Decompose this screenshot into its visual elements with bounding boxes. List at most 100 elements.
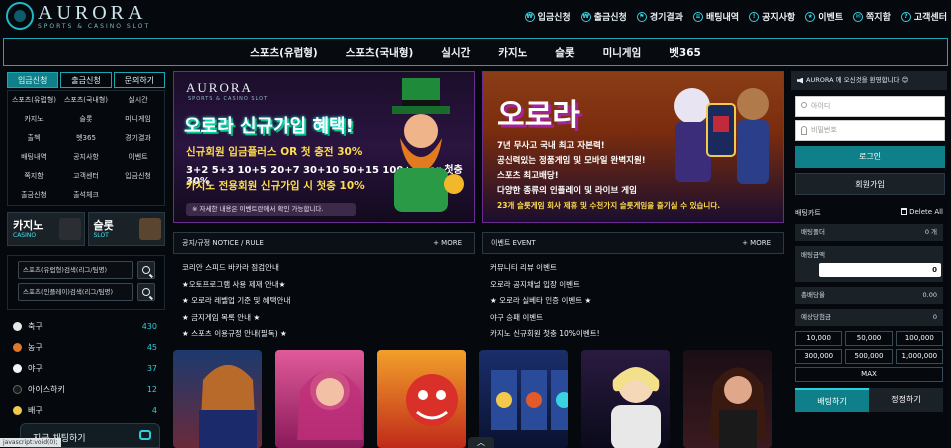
grid-item[interactable]: 실시간	[112, 91, 164, 110]
chip-button[interactable]: 100,000	[895, 331, 943, 346]
sport-item-basketball[interactable]: 농구 45	[7, 337, 165, 358]
list-item[interactable]: 야구 승패 이벤트	[490, 312, 790, 329]
nav-minigame[interactable]: 미니게임	[589, 45, 656, 60]
chip-button[interactable]: 500,000	[845, 349, 893, 364]
list-item[interactable]: 코리안 스피드 바카라 점검안내	[182, 262, 482, 279]
grid-item[interactable]: 고객센터	[60, 167, 112, 186]
grid-item[interactable]: 벳365	[60, 129, 112, 148]
grid-item[interactable]: 쪽지함	[8, 167, 60, 186]
list-item[interactable]: ★ 금지게임 목록 안내 ★	[182, 312, 482, 329]
game-thumb[interactable]	[377, 350, 466, 448]
nav-casino[interactable]: 카지노	[484, 45, 541, 60]
scroll-top-button[interactable]: ︿	[468, 437, 494, 448]
promo-banner-signup[interactable]: AURORA SPORTS & CASINO SLOT 오로라 신규가입 혜택!…	[173, 71, 475, 223]
list-item[interactable]: 오로라 공지채널 입장 이벤트	[490, 279, 790, 296]
nav-sports-korean[interactable]: 스포츠(국내형)	[332, 45, 428, 60]
slot-banner-sub: SLOT	[93, 232, 109, 239]
list-item[interactable]: ★오토프로그램 사용 제재 안내★	[182, 279, 482, 296]
event-board-header: 이벤트 EVENT + MORE	[482, 232, 784, 254]
nav-sports-euro[interactable]: 스포츠(유럽형)	[236, 45, 332, 60]
chat-bubble-icon	[139, 430, 151, 440]
grid-item[interactable]: 입금신청	[112, 167, 164, 186]
list-item[interactable]: 카지노 신규회원 첫충 10%이벤트!	[490, 328, 790, 345]
list-item[interactable]: ★ 스포츠 이용규정 안내(필독) ★	[182, 328, 482, 345]
welcome-text: AURORA 에 오신것을 환영합니다 😊	[806, 76, 909, 84]
list-item[interactable]: 커뮤니티 리뷰 이벤트	[490, 262, 790, 279]
search-button[interactable]	[137, 261, 155, 279]
hero-logo-sub: SPORTS & CASINO SLOT	[188, 96, 269, 102]
grid-item[interactable]: 경기결과	[112, 129, 164, 148]
game-thumb[interactable]	[479, 350, 568, 448]
character-illustration	[406, 374, 458, 426]
password-field[interactable]: 비밀번호	[795, 120, 945, 141]
volleyball-icon	[13, 406, 22, 415]
top-menu-messages[interactable]: ✉ 쪽지함	[853, 10, 891, 23]
casino-banner[interactable]: 카지노 CASINO	[7, 212, 85, 246]
sport-item-volleyball[interactable]: 배구 4	[7, 400, 165, 421]
tab-deposit[interactable]: 입금신청	[7, 72, 59, 88]
grid-item[interactable]: 출석체크	[60, 186, 112, 205]
sport-item-baseball[interactable]: 야구 37	[7, 358, 165, 379]
username-field[interactable]: 아이디	[795, 96, 945, 117]
grid-item[interactable]: 배팅내역	[8, 148, 60, 167]
message-icon: ✉	[853, 11, 864, 22]
bet-amount-input[interactable]: 0	[819, 263, 941, 277]
top-menu-deposit[interactable]: ₩ 입금신청	[524, 10, 571, 23]
logo[interactable]: AURORA SPORTS & CASINO SLOT	[6, 2, 150, 30]
baseball-icon	[13, 364, 22, 373]
game-thumb[interactable]	[581, 350, 670, 448]
hero-line: 7년 무사고 국내 최고 자본력!	[497, 141, 605, 151]
search-button[interactable]	[137, 283, 155, 301]
speaker-icon	[797, 77, 803, 84]
top-menu-history[interactable]: ≡ 배팅내역	[692, 10, 739, 23]
game-thumb[interactable]	[173, 350, 262, 448]
delete-all-button[interactable]: Delete All	[901, 208, 943, 218]
grid-item[interactable]: 이벤트	[112, 148, 164, 167]
grid-item[interactable]: 스포츠(국내형)	[60, 91, 112, 110]
chip-button[interactable]: 50,000	[845, 331, 893, 346]
betslip: 배팅카트 Delete All 배팅폴더 0 개 배팅금액 0 총배당율 0.00 …	[791, 208, 947, 412]
game-thumb[interactable]	[683, 350, 772, 448]
tab-withdraw[interactable]: 출금신청	[60, 72, 112, 88]
sport-item-soccer[interactable]: 축구 430	[7, 316, 165, 337]
reset-bet-button[interactable]: 정정하기	[869, 388, 943, 412]
place-bet-button[interactable]: 배팅하기	[795, 388, 869, 412]
header: AURORA SPORTS & CASINO SLOT ₩ 입금신청 ₩ 출금신청 …	[0, 0, 951, 36]
max-button[interactable]: MAX	[795, 367, 943, 382]
promo-banner-aurora[interactable]: 오로라 7년 무사고 국내 최고 자본력! 공신력있는 정품게임 및 모바일 완…	[482, 71, 784, 223]
login-button[interactable]: 로그인	[795, 146, 945, 168]
list-item[interactable]: ★ 오로라 레벨업 기준 및 혜택안내	[182, 295, 482, 312]
grid-item[interactable]: 슬롯	[60, 110, 112, 129]
chip-button[interactable]: 1,000,000	[895, 349, 943, 364]
event-more-link[interactable]: + MORE	[742, 233, 771, 253]
grid-item[interactable]: 공지사항	[60, 148, 112, 167]
notice-more-link[interactable]: + MORE	[433, 233, 462, 253]
tab-inquiry[interactable]: 문의하기	[113, 72, 165, 88]
grid-item[interactable]: 스포츠(유럽형)	[8, 91, 60, 110]
nav-slot[interactable]: 슬롯	[541, 45, 588, 60]
search-input-euro[interactable]: 스포츠(유럽형)검색(리그/팀명)	[18, 261, 133, 279]
grid-item[interactable]: 출첵	[8, 129, 60, 148]
sport-item-icehockey[interactable]: 아이스하키 12	[7, 379, 165, 400]
chip-button[interactable]: 300,000	[795, 349, 843, 364]
signup-button[interactable]: 회원가입	[795, 173, 945, 195]
game-thumb[interactable]	[275, 350, 364, 448]
grid-item[interactable]: 카지노	[8, 110, 60, 129]
slot-banner[interactable]: 슬롯 SLOT	[87, 212, 165, 246]
top-menu-results[interactable]: ⚑ 경기결과	[636, 10, 683, 23]
top-menu-support[interactable]: ? 고객센터	[900, 10, 947, 23]
list-item[interactable]: ★ 오로라 실베타 인증 이벤트 ★	[490, 295, 790, 312]
casino-banner-sub: CASINO	[13, 232, 37, 239]
top-menu-event[interactable]: ★ 이벤트	[805, 10, 843, 23]
top-menu-withdraw[interactable]: ₩ 출금신청	[580, 10, 627, 23]
nav-bet365[interactable]: 벳365	[655, 45, 715, 60]
grid-item[interactable]: 미니게임	[112, 110, 164, 129]
hero-line: 공신력있는 정품게임 및 모바일 완벽지원!	[497, 156, 646, 166]
nav-live[interactable]: 실시간	[427, 45, 484, 60]
search-input-inplay[interactable]: 스포츠(인플레이)검색(리그/팀명)	[18, 283, 133, 301]
slot-banner-title: 슬롯	[93, 219, 114, 232]
chip-button[interactable]: 10,000	[795, 331, 843, 346]
top-menu-notice[interactable]: ! 공지사항	[749, 10, 795, 23]
password-placeholder: 비밀번호	[811, 126, 837, 134]
grid-item[interactable]: 출금신청	[8, 186, 60, 205]
